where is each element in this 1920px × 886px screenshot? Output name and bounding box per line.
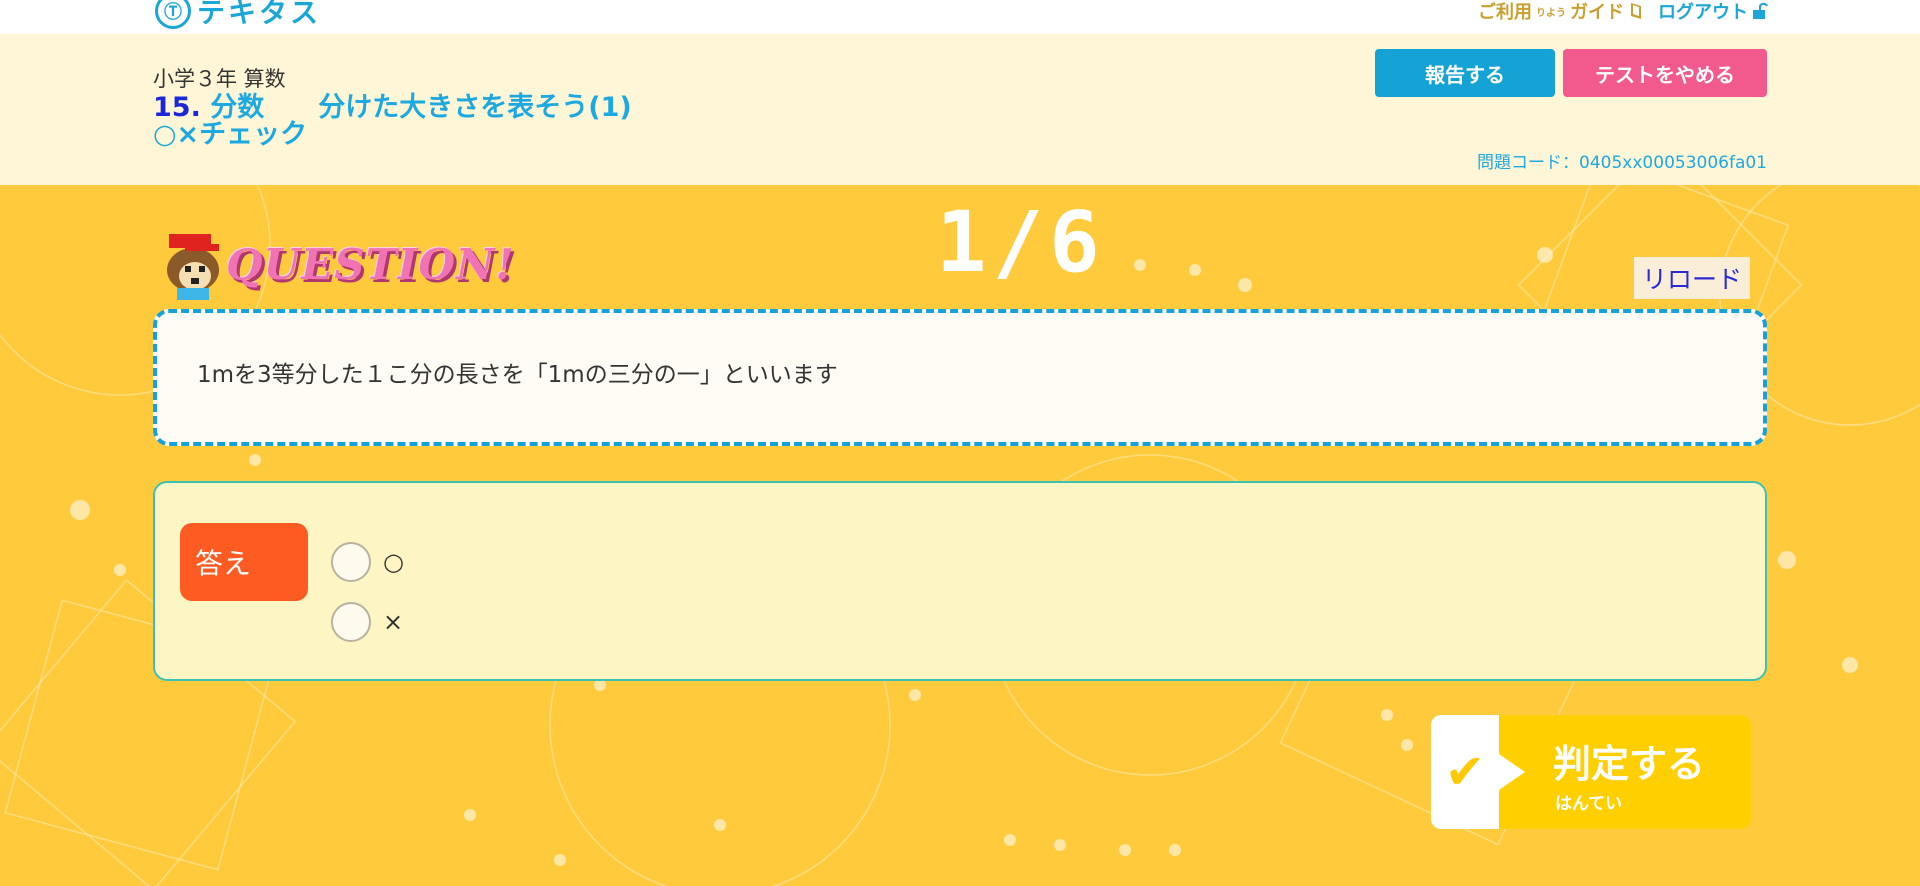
question-progress: 1/6: [936, 193, 1106, 291]
logo-text: テキタス: [197, 0, 322, 29]
judge-button-body: 判定する はんてい: [1499, 715, 1751, 829]
answer-box: 答え ○ ×: [153, 481, 1767, 681]
lock-icon: [1753, 2, 1768, 19]
radio-button[interactable]: [331, 602, 371, 642]
guide-ruby: りよう: [1536, 7, 1566, 19]
logo-mark: Ⓣ: [155, 0, 191, 29]
question-logo: QUESTION!: [226, 240, 515, 289]
report-button[interactable]: 報告する: [1375, 49, 1555, 97]
reload-button[interactable]: リロード: [1634, 257, 1750, 299]
guide-label: ご利用: [1478, 2, 1532, 23]
question-box: 1mを3等分した１こ分の長さを「1mの三分の一」といいます: [153, 309, 1767, 446]
quit-test-button[interactable]: テストをやめる: [1563, 49, 1767, 97]
guide-link[interactable]: ご利用 りよう ガイド: [1478, 0, 1644, 24]
judge-ruby: はんてい: [1555, 794, 1623, 814]
site-logo[interactable]: Ⓣ テキタス: [155, 0, 321, 30]
top-bar: Ⓣ テキタス ご利用 りよう ガイド ログアウト: [0, 0, 1920, 34]
judge-button[interactable]: ✔ 判定する はんてい: [1431, 715, 1751, 829]
option-label: ○: [383, 548, 404, 576]
logout-label: ログアウト: [1658, 2, 1748, 23]
lesson-subtitle: ○×チェック: [153, 119, 308, 150]
top-navigation: ご利用 りよう ガイド ログアウト: [1478, 0, 1768, 24]
checkmark-icon: ✔: [1431, 715, 1499, 829]
option-label: ×: [383, 608, 404, 636]
question-text: 1mを3等分した１こ分の長さを「1mの三分の一」といいます: [197, 362, 838, 388]
logout-link[interactable]: ログアウト: [1658, 0, 1768, 24]
judge-label: 判定する: [1553, 742, 1706, 786]
problem-code: 問題コード：0405xx00053006fa01: [1477, 153, 1767, 173]
answer-label: 答え: [180, 523, 308, 601]
radio-button[interactable]: [331, 542, 371, 582]
answer-option-batsu[interactable]: ×: [331, 602, 403, 642]
arrow-icon: [1499, 754, 1525, 790]
answer-option-maru[interactable]: ○: [331, 542, 404, 582]
mascot-dog-icon: [167, 234, 219, 300]
guide-label-2: ガイド: [1570, 2, 1624, 23]
page-header: 小学３年 算数 15. 分数 分けた大きさを表そう(1) ○×チェック 報告する…: [0, 34, 1920, 185]
book-icon: [1631, 3, 1641, 19]
